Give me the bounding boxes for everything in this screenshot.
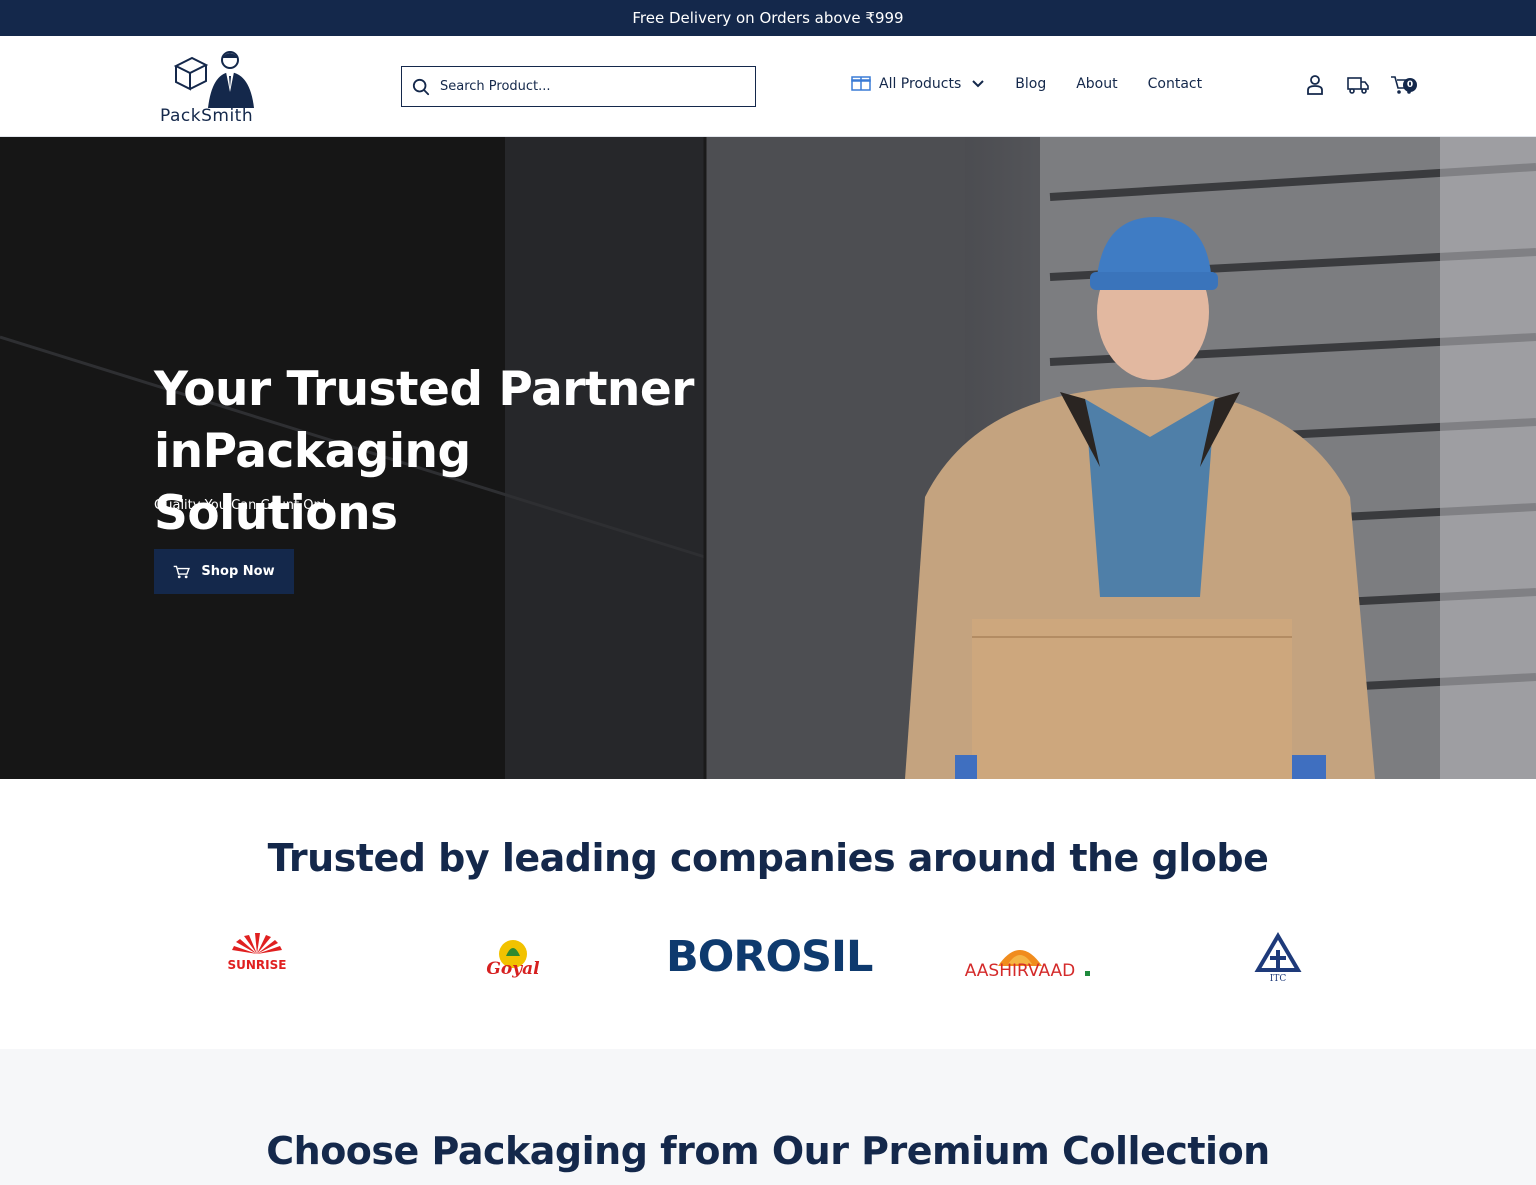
brand-name-goyal: Goyal [486, 959, 540, 979]
search-input[interactable] [440, 79, 720, 94]
brand-logo-goyal: Goyal [480, 934, 546, 982]
nav-blog[interactable]: Blog [1015, 76, 1046, 92]
nav-all-products-label: All Products [879, 76, 962, 92]
box-icon [851, 76, 871, 91]
nav-all-products[interactable]: All Products [851, 76, 985, 92]
cart-button[interactable]: 0 [1390, 74, 1417, 100]
header-actions: 0 [1304, 74, 1436, 100]
logo-text: PackSmith [160, 106, 254, 126]
nav-about[interactable]: About [1076, 76, 1117, 92]
brand-name-itc: ITC [1270, 974, 1287, 984]
brand-logo-borosil: BOROSIL [660, 926, 880, 982]
nav-contact-label: Contact [1147, 76, 1203, 92]
announcement-text: Free Delivery on Orders above ₹999 [632, 9, 904, 27]
brand-logos: SUNRISE Goyal BOROSIL AASHIRVAAD ITC [0, 920, 1536, 1000]
brand-logo-aashirvaad: AASHIRVAAD [950, 934, 1100, 984]
shop-now-label: Shop Now [201, 564, 275, 579]
chevron-down-icon [972, 80, 984, 88]
brand-logo[interactable]: PackSmith [158, 48, 258, 126]
brand-name-borosil: BOROSIL [666, 932, 873, 982]
brand-logo-sunrise: SUNRISE [222, 932, 292, 982]
account-button[interactable] [1304, 74, 1326, 100]
premium-collection-section: Choose Packaging from Our Premium Collec… [0, 1049, 1536, 1185]
main-nav: All Products Blog About Contact [851, 76, 1232, 92]
brand-name-aashirvaad: AASHIRVAAD [965, 961, 1076, 981]
brand-name-sunrise: SUNRISE [228, 958, 287, 972]
nav-about-label: About [1076, 76, 1118, 92]
site-header: PackSmith All Products Blog About [0, 36, 1536, 137]
hero-banner: Your Trusted Partner inPackaging Solutio… [0, 137, 1536, 779]
nav-contact[interactable]: Contact [1148, 76, 1202, 92]
hero-title: Your Trusted Partner inPackaging Solutio… [154, 362, 694, 541]
nav-blog-label: Blog [1015, 76, 1047, 92]
shop-now-button[interactable]: Shop Now [154, 549, 294, 594]
delivery-truck-icon [1347, 77, 1369, 94]
search-icon [412, 78, 430, 95]
brand-logo-itc: ITC [1250, 932, 1306, 984]
premium-section-title: Choose Packaging from Our Premium Collec… [266, 1129, 1270, 1173]
cart-icon [173, 564, 191, 580]
hero-subtitle: Quality You Can Count On! [154, 498, 327, 513]
announcement-bar: Free Delivery on Orders above ₹999 [0, 0, 1536, 36]
search-bar[interactable] [401, 66, 756, 107]
trusted-section-title: Trusted by leading companies around the … [267, 836, 1269, 880]
user-icon [1307, 75, 1323, 95]
track-order-button[interactable] [1346, 74, 1370, 100]
cart-count-badge: 0 [1403, 78, 1417, 92]
